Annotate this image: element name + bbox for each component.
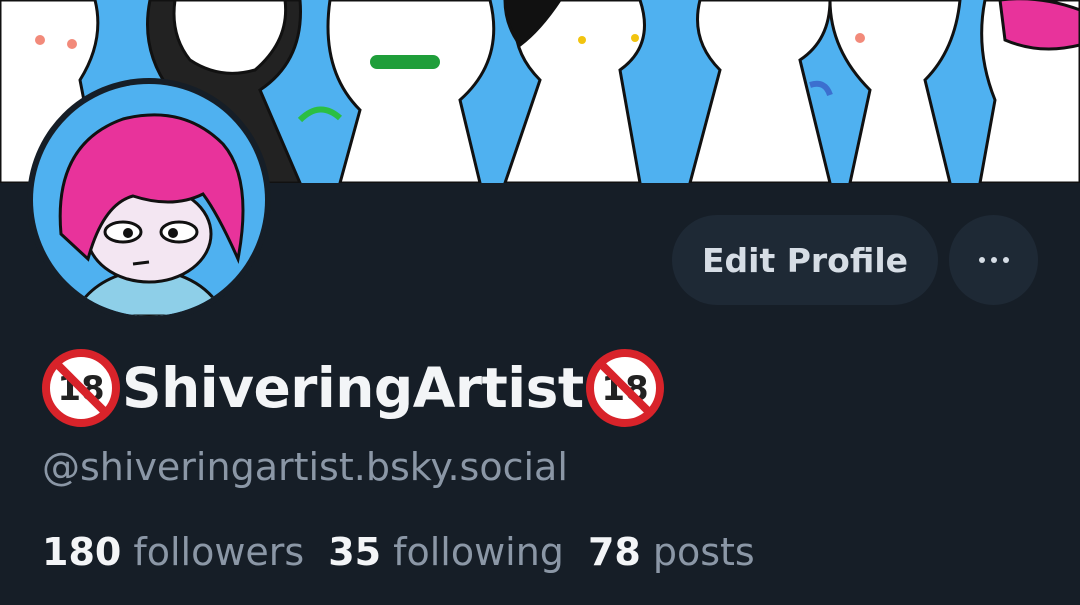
posts-stat: 78 posts — [588, 530, 755, 574]
avatar-artwork — [33, 84, 265, 316]
display-name-row: 18 ShiveringArtist 18 — [40, 345, 666, 430]
following-stat[interactable]: 35 following — [328, 530, 564, 574]
following-label: following — [393, 530, 564, 574]
no-one-under-eighteen-icon: 18 — [584, 347, 666, 429]
followers-count: 180 — [42, 530, 122, 574]
no-one-under-eighteen-icon: 18 — [40, 347, 122, 429]
more-options-button[interactable] — [949, 215, 1038, 305]
display-name: ShiveringArtist — [122, 355, 584, 420]
ellipsis-icon — [978, 257, 1009, 263]
edit-profile-label: Edit Profile — [701, 240, 909, 280]
user-handle: @shiveringartist.bsky.social — [42, 445, 568, 489]
followers-label: followers — [133, 530, 305, 574]
profile-stats: 180 followers 35 following 78 posts — [42, 530, 779, 574]
following-count: 35 — [328, 530, 382, 574]
posts-count: 78 — [587, 530, 641, 574]
avatar[interactable] — [27, 78, 271, 322]
edit-profile-button[interactable]: Edit Profile — [672, 215, 938, 305]
followers-stat[interactable]: 180 followers — [42, 530, 304, 574]
posts-label: posts — [652, 530, 755, 574]
